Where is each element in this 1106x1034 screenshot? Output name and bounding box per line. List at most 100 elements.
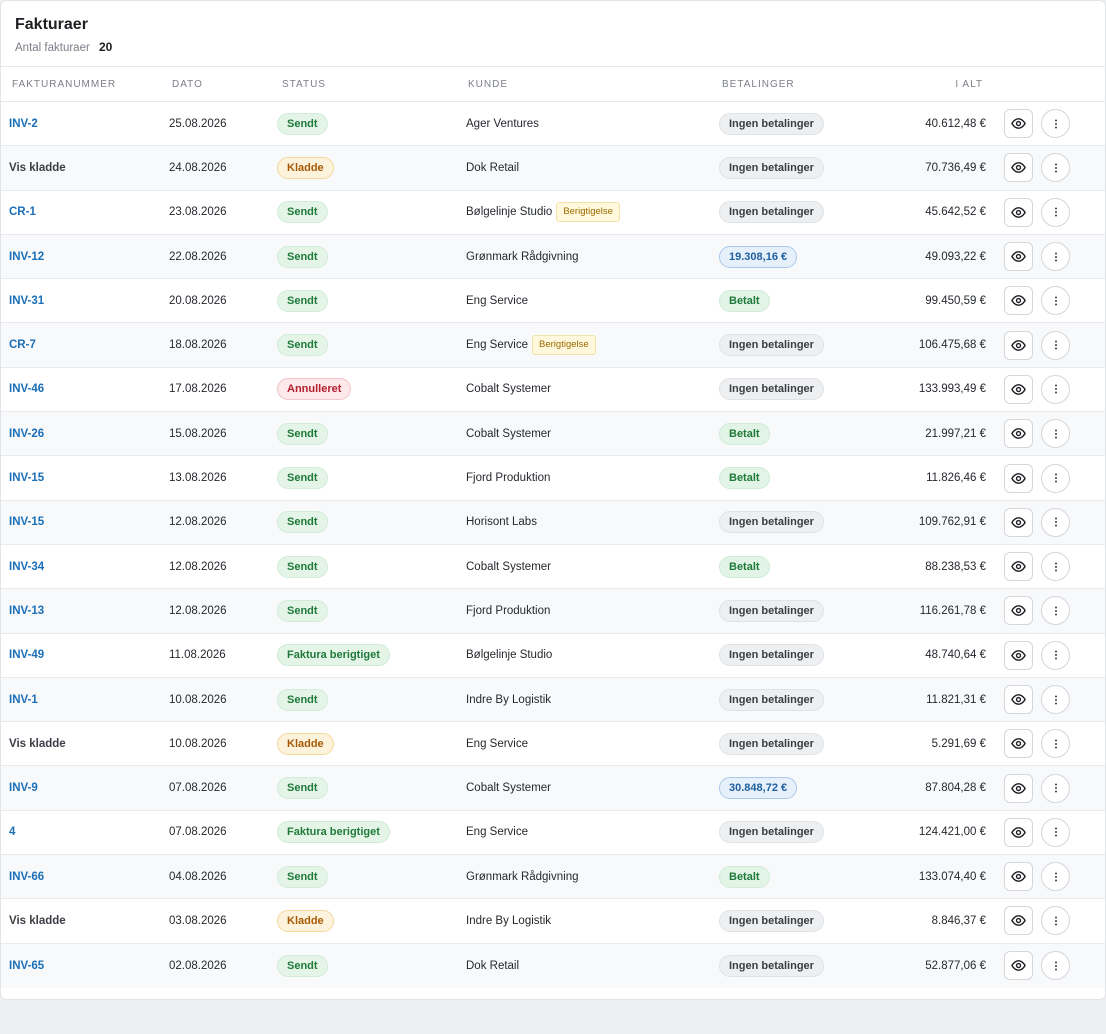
more-actions-button[interactable] xyxy=(1041,286,1070,316)
more-actions-button[interactable] xyxy=(1041,153,1070,183)
invoice-date: 20.08.2026 xyxy=(169,294,227,307)
invoice-number-link[interactable]: INV-34 xyxy=(9,561,44,573)
view-invoice-button[interactable] xyxy=(1004,153,1033,183)
more-vertical-icon xyxy=(1050,738,1062,750)
more-actions-button[interactable] xyxy=(1041,197,1070,227)
view-invoice-button[interactable] xyxy=(1004,685,1033,714)
view-invoice-button[interactable] xyxy=(1004,862,1033,892)
more-actions-button[interactable] xyxy=(1041,507,1070,537)
column-header-date[interactable]: DATO xyxy=(169,79,277,90)
view-invoice-button[interactable] xyxy=(1004,596,1033,626)
view-invoice-button[interactable] xyxy=(1004,242,1033,272)
view-invoice-button[interactable] xyxy=(1004,197,1033,227)
more-vertical-icon xyxy=(1050,383,1062,395)
more-actions-button[interactable] xyxy=(1041,242,1070,272)
more-actions-button[interactable] xyxy=(1041,640,1070,670)
view-invoice-button[interactable] xyxy=(1004,552,1033,582)
column-header-total[interactable]: I ALT xyxy=(856,79,1004,90)
table-row: INV-31 20.08.2026 Sendt Eng Service Betalt 99… xyxy=(1,279,1105,324)
more-actions-button[interactable] xyxy=(1041,374,1070,404)
view-invoice-button[interactable] xyxy=(1004,286,1033,316)
invoice-number-link[interactable]: INV-65 xyxy=(9,960,44,972)
invoice-date: 11.08.2026 xyxy=(169,649,226,662)
view-invoice-button[interactable] xyxy=(1004,374,1033,404)
payment-badge: Ingen betalinger xyxy=(719,511,824,534)
invoice-number-link[interactable]: INV-15 xyxy=(9,516,44,528)
status-badge: Sendt xyxy=(277,112,328,135)
invoice-number-link[interactable]: 4 xyxy=(9,826,15,838)
payment-badge: Ingen betalinger xyxy=(719,732,824,755)
more-actions-button[interactable] xyxy=(1041,817,1070,847)
draft-link[interactable]: Vis kladde xyxy=(9,162,66,174)
invoice-number-link[interactable]: INV-1 xyxy=(9,694,38,706)
more-actions-button[interactable] xyxy=(1041,463,1070,493)
page-title: Fakturaer xyxy=(15,16,88,33)
payment-badge: Betalt xyxy=(719,289,770,312)
invoice-number-link[interactable]: CR-1 xyxy=(9,206,36,218)
invoice-number-link[interactable]: INV-9 xyxy=(9,782,38,794)
view-invoice-button[interactable] xyxy=(1004,729,1033,759)
invoice-total: 21.997,21 € xyxy=(925,427,986,440)
customer-name: Grønmark Rådgivning xyxy=(466,250,579,263)
view-invoice-button[interactable] xyxy=(1004,817,1033,847)
invoice-number-link[interactable]: INV-49 xyxy=(9,649,44,661)
status-badge: Sendt xyxy=(277,777,328,800)
column-header-customer[interactable]: KUNDE xyxy=(466,79,719,90)
eye-icon xyxy=(1011,205,1026,220)
invoice-total: 133.074,40 € xyxy=(918,870,986,883)
more-vertical-icon xyxy=(1050,472,1062,484)
more-vertical-icon xyxy=(1050,694,1062,706)
invoice-number-link[interactable]: INV-15 xyxy=(9,472,44,484)
invoice-number-link[interactable]: INV-13 xyxy=(9,605,44,617)
view-invoice-button[interactable] xyxy=(1004,906,1033,936)
column-header-payments[interactable]: BETALINGER xyxy=(719,79,856,90)
more-vertical-icon xyxy=(1050,206,1062,218)
column-header-number[interactable]: FAKTURANUMMER xyxy=(1,79,169,90)
invoice-number-link[interactable]: INV-66 xyxy=(9,871,44,883)
table-row: INV-15 13.08.2026 Sendt Fjord Produktion Bet… xyxy=(1,456,1105,501)
invoice-number-link[interactable]: INV-2 xyxy=(9,118,38,130)
view-invoice-button[interactable] xyxy=(1004,951,1033,981)
invoice-number-link[interactable]: INV-12 xyxy=(9,251,44,263)
payment-badge: Ingen betalinger xyxy=(719,156,824,179)
invoice-total: 5.291,69 € xyxy=(931,737,986,750)
eye-icon xyxy=(1011,603,1026,618)
more-actions-button[interactable] xyxy=(1041,906,1070,936)
view-invoice-button[interactable] xyxy=(1004,640,1033,670)
more-actions-button[interactable] xyxy=(1041,685,1070,714)
more-actions-button[interactable] xyxy=(1041,552,1070,582)
invoice-date: 13.08.2026 xyxy=(169,472,227,485)
more-actions-button[interactable] xyxy=(1041,419,1070,449)
view-invoice-button[interactable] xyxy=(1004,109,1033,139)
draft-link[interactable]: Vis kladde xyxy=(9,738,66,750)
view-invoice-button[interactable] xyxy=(1004,463,1033,493)
invoice-number-link[interactable]: INV-46 xyxy=(9,383,44,395)
view-invoice-button[interactable] xyxy=(1004,419,1033,449)
view-invoice-button[interactable] xyxy=(1004,773,1033,803)
invoice-date: 04.08.2026 xyxy=(169,870,227,883)
eye-icon xyxy=(1011,648,1026,663)
customer-name: Cobalt Systemer xyxy=(466,427,552,440)
view-invoice-button[interactable] xyxy=(1004,507,1033,537)
payment-badge: Betalt xyxy=(719,422,770,445)
view-invoice-button[interactable] xyxy=(1004,330,1033,360)
more-actions-button[interactable] xyxy=(1041,729,1070,759)
customer-name: Eng Service xyxy=(466,339,529,352)
invoice-date: 12.08.2026 xyxy=(169,560,227,573)
more-actions-button[interactable] xyxy=(1041,596,1070,626)
more-actions-button[interactable] xyxy=(1041,862,1070,892)
more-actions-button[interactable] xyxy=(1041,109,1070,139)
eye-icon xyxy=(1011,116,1026,131)
column-header-status[interactable]: STATUS xyxy=(277,79,466,90)
more-actions-button[interactable] xyxy=(1041,773,1070,803)
more-actions-button[interactable] xyxy=(1041,330,1070,360)
draft-link[interactable]: Vis kladde xyxy=(9,915,66,927)
invoice-number-link[interactable]: INV-26 xyxy=(9,428,44,440)
more-actions-button[interactable] xyxy=(1041,951,1070,981)
invoice-number-link[interactable]: CR-7 xyxy=(9,339,36,351)
eye-icon xyxy=(1011,825,1026,840)
status-badge: Kladde xyxy=(277,909,334,932)
eye-icon xyxy=(1011,382,1026,397)
invoice-number-link[interactable]: INV-31 xyxy=(9,295,44,307)
eye-icon xyxy=(1011,515,1026,530)
